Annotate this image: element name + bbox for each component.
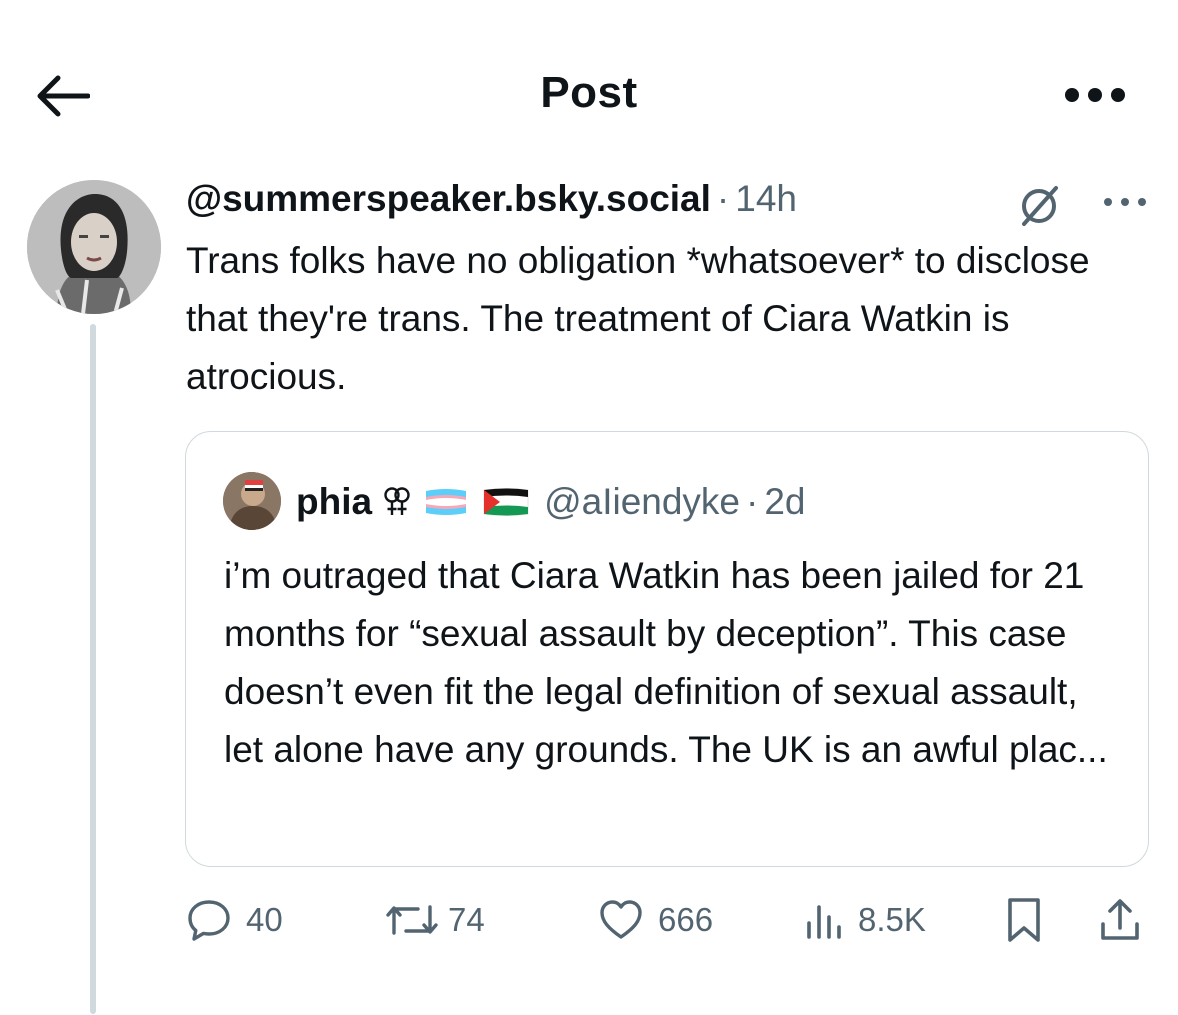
- thread-line: [90, 324, 96, 1014]
- reply-button[interactable]: 40: [186, 890, 283, 950]
- repost-icon: [386, 905, 438, 935]
- page-title: Post: [540, 68, 638, 117]
- views-chart-icon: [807, 905, 841, 939]
- more-options-button[interactable]: [1062, 78, 1128, 112]
- quote-avatar-photo: [223, 472, 281, 530]
- post-header: @summerspeaker.bsky.social · 14h: [186, 178, 797, 228]
- heart-icon: [600, 900, 642, 939]
- more-horizontal-icon: [1065, 88, 1125, 102]
- palestine-flag-icon: [482, 487, 530, 517]
- bookmark-button[interactable]: [1004, 890, 1044, 950]
- post-more-button[interactable]: [1100, 190, 1150, 214]
- post-text: Trans folks have no obligation *whatsoev…: [186, 240, 1090, 397]
- like-count: 666: [658, 901, 714, 938]
- author-handle[interactable]: @summerspeaker.bsky.social: [186, 178, 711, 220]
- more-horizontal-icon: [1104, 198, 1146, 206]
- action-bar: 40 74 666 8.5K: [186, 890, 1148, 950]
- repost-button[interactable]: 74: [384, 890, 485, 950]
- bridged-no-sign-icon[interactable]: [1014, 180, 1064, 230]
- reply-count: 40: [246, 901, 283, 938]
- views-button[interactable]: 8.5K: [804, 890, 926, 950]
- reply-icon: [188, 900, 230, 941]
- lesbian-symbol-icon: [384, 485, 410, 519]
- bookmark-icon: [1008, 898, 1040, 942]
- quote-header: phia @aIiendyke · 2d: [296, 478, 806, 526]
- view-count: 8.5K: [858, 901, 926, 938]
- separator-dot: ·: [716, 178, 730, 219]
- quote-text: i’m outraged that Ciara Watkin has been …: [224, 555, 1108, 770]
- author-avatar[interactable]: [27, 180, 161, 314]
- trans-flag-icon: [424, 487, 468, 517]
- share-icon: [1101, 899, 1139, 940]
- quoted-post[interactable]: phia @aIiendyke · 2d i’m outraged that C…: [185, 431, 1149, 867]
- avatar-photo: [27, 180, 161, 314]
- quote-author-name[interactable]: phia: [296, 481, 372, 523]
- separator-dot: ·: [746, 481, 759, 522]
- post-time[interactable]: 14h: [735, 178, 797, 220]
- quote-author-handle[interactable]: @aIiendyke: [544, 481, 740, 523]
- share-button[interactable]: [1098, 890, 1142, 950]
- like-button[interactable]: 666: [598, 890, 713, 950]
- quote-author-avatar[interactable]: [223, 472, 281, 530]
- top-bar: Post: [0, 0, 1178, 190]
- repost-count: 74: [448, 901, 485, 938]
- quote-time[interactable]: 2d: [764, 481, 805, 523]
